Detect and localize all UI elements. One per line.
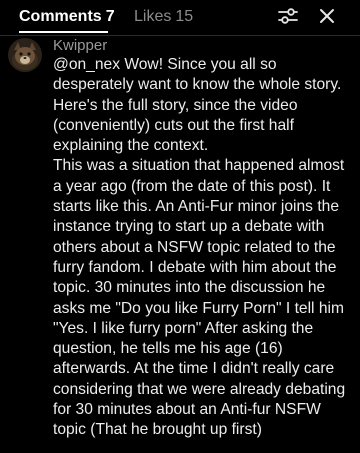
active-tab-indicator — [19, 31, 108, 33]
tab-likes-label: Likes — [134, 8, 172, 25]
tab-likes[interactable]: Likes 15 — [134, 8, 193, 26]
filter-sliders-icon[interactable] — [277, 5, 299, 27]
avatar-creature-icon — [8, 38, 42, 72]
comment-body: @on_nex Wow! Since you all so desperatel… — [53, 56, 346, 439]
close-icon[interactable] — [316, 5, 338, 27]
tab-likes-count: 15 — [175, 8, 194, 25]
tab-comments-count: 7 — [105, 8, 115, 25]
avatar[interactable] — [8, 38, 42, 72]
header-divider — [0, 35, 360, 36]
comments-header: Comments 7 Likes 15 — [0, 0, 360, 34]
tab-comments[interactable]: Comments 7 — [19, 8, 115, 26]
tab-comments-label: Comments — [19, 8, 102, 25]
comment-username[interactable]: Kwipper — [53, 37, 107, 54]
